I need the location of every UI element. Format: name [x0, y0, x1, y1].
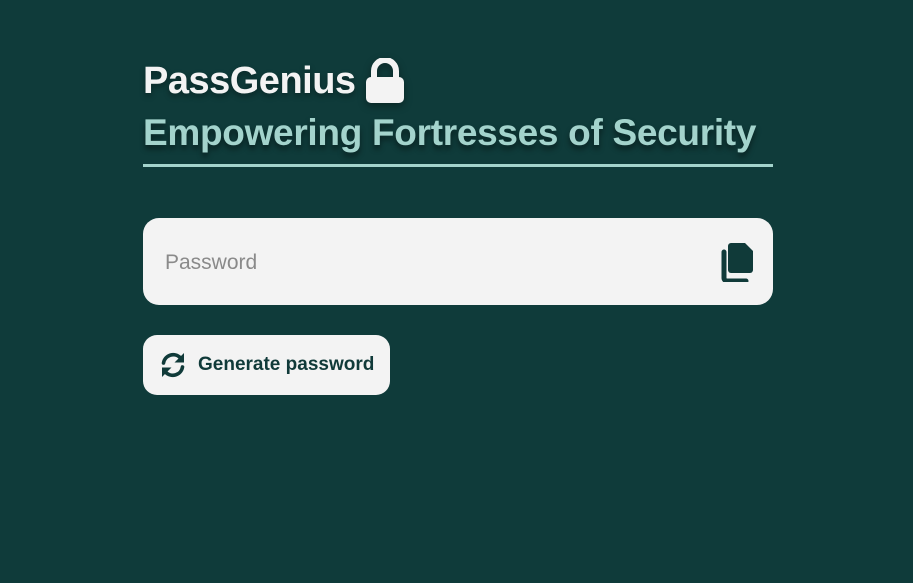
copy-button[interactable] [719, 242, 757, 284]
password-field-container [143, 218, 773, 307]
password-input[interactable] [163, 218, 707, 307]
brand-header: PassGenius [143, 56, 773, 106]
tagline: Empowering Fortresses of Security [143, 112, 757, 153]
header-divider [143, 164, 773, 167]
refresh-icon [161, 352, 185, 378]
generate-password-button[interactable]: Generate password [143, 335, 391, 395]
app-container: PassGenius Empowering Fortresses of Secu… [143, 56, 773, 395]
brand-name: PassGenius [143, 59, 356, 102]
copy-icon [721, 243, 753, 284]
lock-icon [365, 57, 405, 104]
generate-password-label: Generate password [198, 354, 375, 375]
